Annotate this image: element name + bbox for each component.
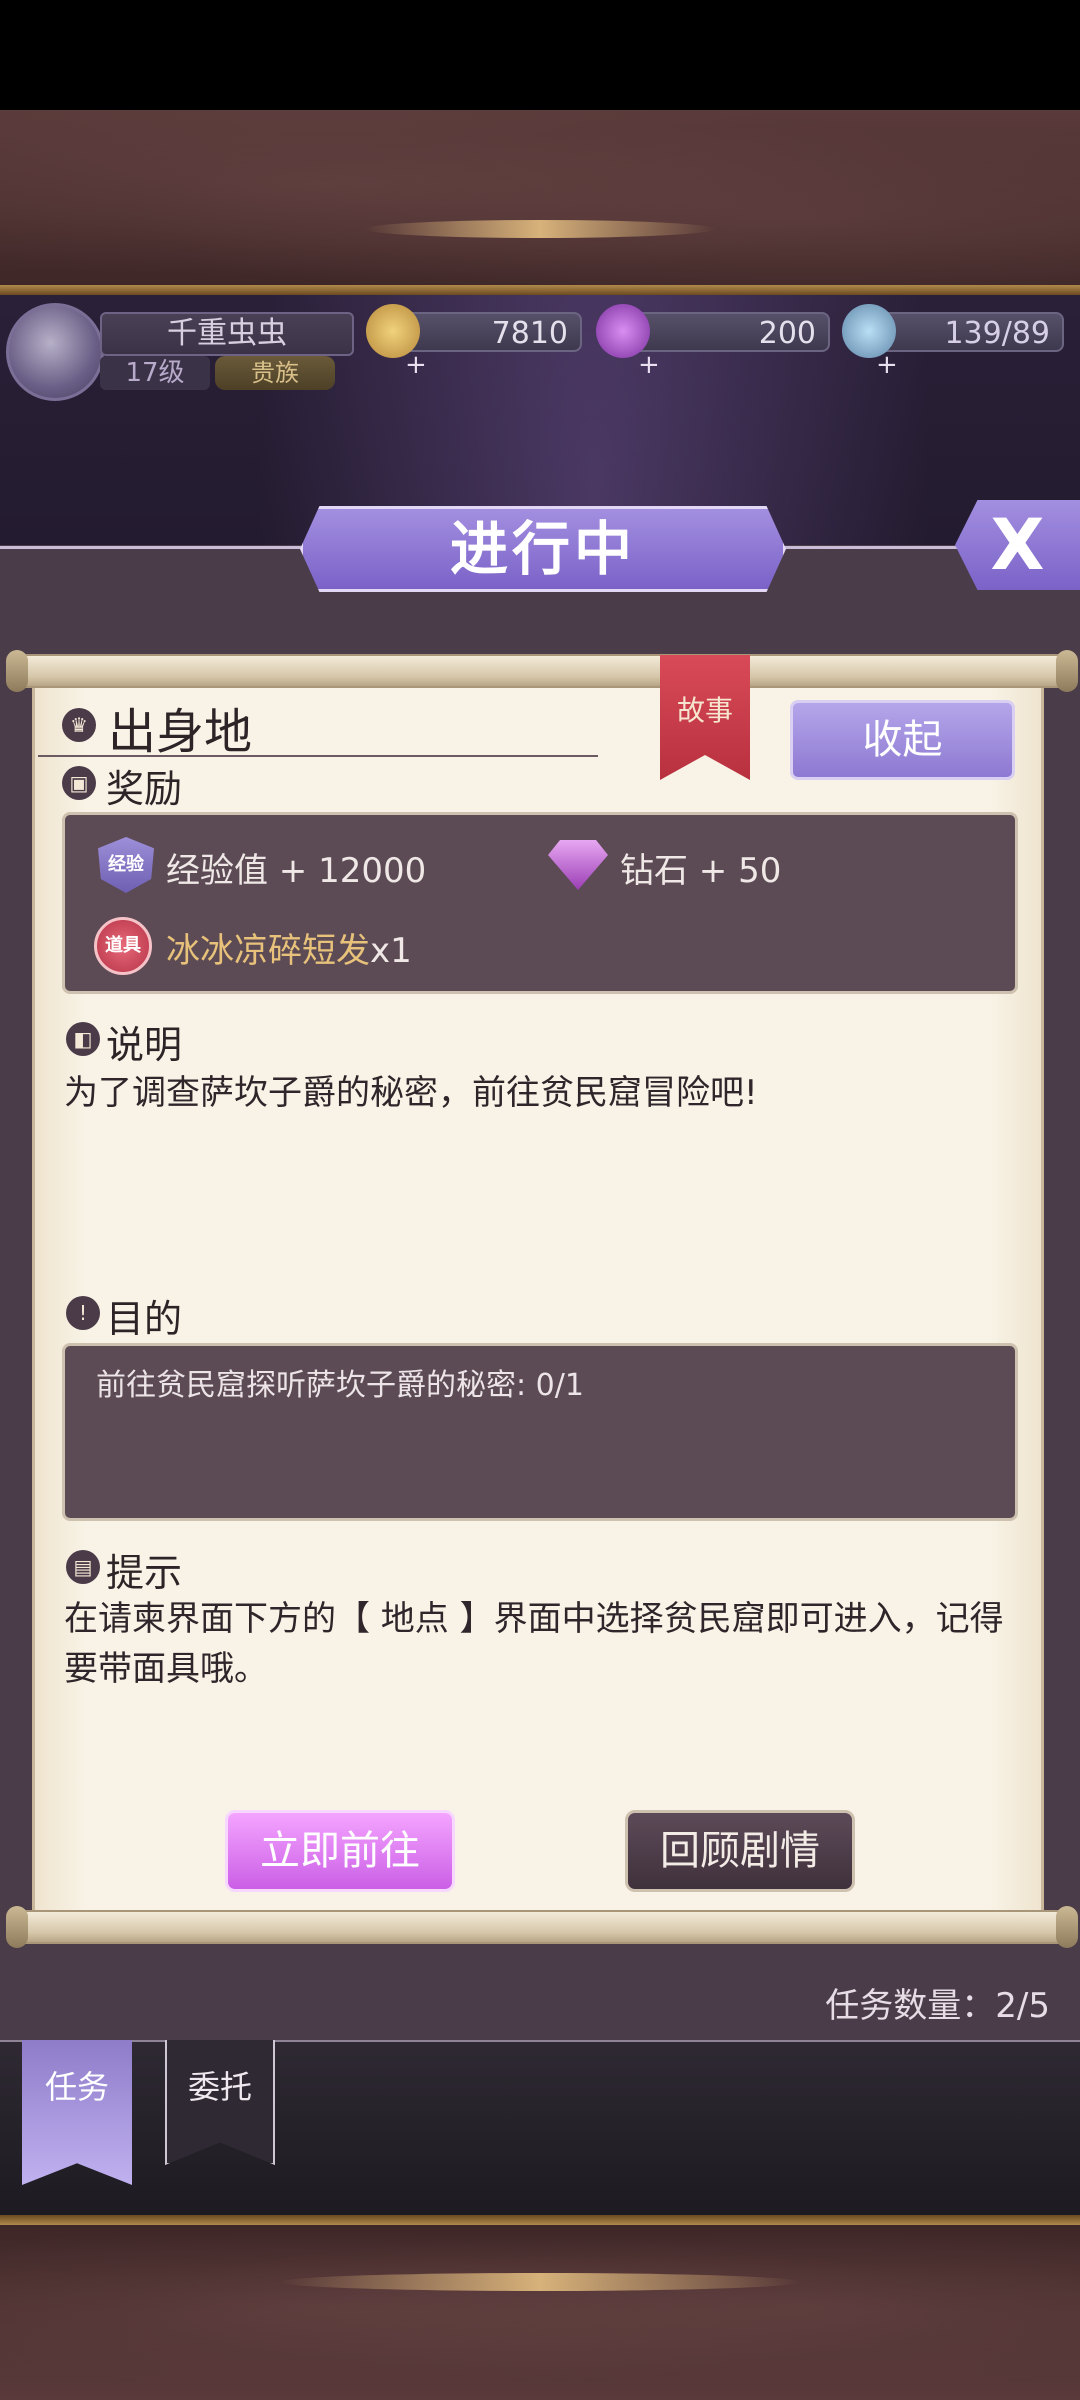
bottom-ornate-frame <box>0 2215 1080 2400</box>
close-button[interactable]: X <box>955 500 1080 590</box>
title-underline <box>38 755 598 757</box>
diamond-counter: 200 <box>625 312 830 352</box>
player-level: 17级 <box>100 356 210 390</box>
noble-title-badge: 贵族 <box>215 356 335 390</box>
hint-heading: 提示 <box>106 1551 183 1595</box>
item-quantity: x1 <box>370 931 412 971</box>
reward-heading: 奖励 <box>106 767 183 811</box>
player-avatar[interactable] <box>6 303 104 401</box>
task-count: 任务数量：2/5 <box>825 1986 1050 2026</box>
item-reward[interactable]: 冰冰凉碎短发x1 <box>166 923 412 972</box>
goal-heading: 目的 <box>106 1297 183 1341</box>
bottom-flourish <box>280 2273 800 2291</box>
status-ribbon: 进行中 <box>300 506 786 592</box>
top-ornate-frame <box>0 110 1080 295</box>
add-diamond-icon[interactable]: + <box>638 350 660 380</box>
top-flourish <box>365 220 715 238</box>
book-icon: ◧ <box>66 1022 100 1056</box>
player-name: 千重虫虫 <box>100 312 354 356</box>
scroll-rod-bottom <box>6 1906 1078 1948</box>
scroll-rod-top <box>6 650 1078 692</box>
description-text: 为了调查萨坎子爵的秘密，前往贫民窟冒险吧! <box>64 1073 758 1113</box>
gift-icon: ▣ <box>62 766 96 800</box>
review-story-button[interactable]: 回顾剧情 <box>625 1810 855 1892</box>
bottom-tab-bar <box>0 2040 1080 2217</box>
tab-task[interactable]: 任务 <box>22 2040 132 2185</box>
description-heading: 说明 <box>106 1023 183 1067</box>
note-icon: ▤ <box>66 1550 100 1584</box>
item-badge-icon: 道具 <box>94 917 152 975</box>
hint-text: 在请柬界面下方的【 地点 】界面中选择贫民窟即可进入，记得要带面具哦。 <box>64 1599 1004 1689</box>
item-name[interactable]: 冰冰凉碎短发 <box>166 931 370 971</box>
add-stamina-icon[interactable]: + <box>876 350 898 380</box>
collapse-button[interactable]: 收起 <box>790 700 1015 780</box>
add-gold-icon[interactable]: + <box>405 350 427 380</box>
crown-icon: ♛ <box>62 708 96 742</box>
diamond-reward: 钻石 + 50 <box>620 851 782 891</box>
exclamation-icon: ! <box>66 1296 100 1330</box>
stamina-counter: 139/89 <box>868 312 1064 352</box>
go-now-button[interactable]: 立即前往 <box>225 1810 455 1892</box>
goal-text: 前往贫民窟探听萨坎子爵的秘密: 0/1 <box>96 1368 584 1403</box>
quest-title: 出身地 <box>108 704 253 760</box>
exp-reward: 经验值 + 12000 <box>166 851 427 891</box>
